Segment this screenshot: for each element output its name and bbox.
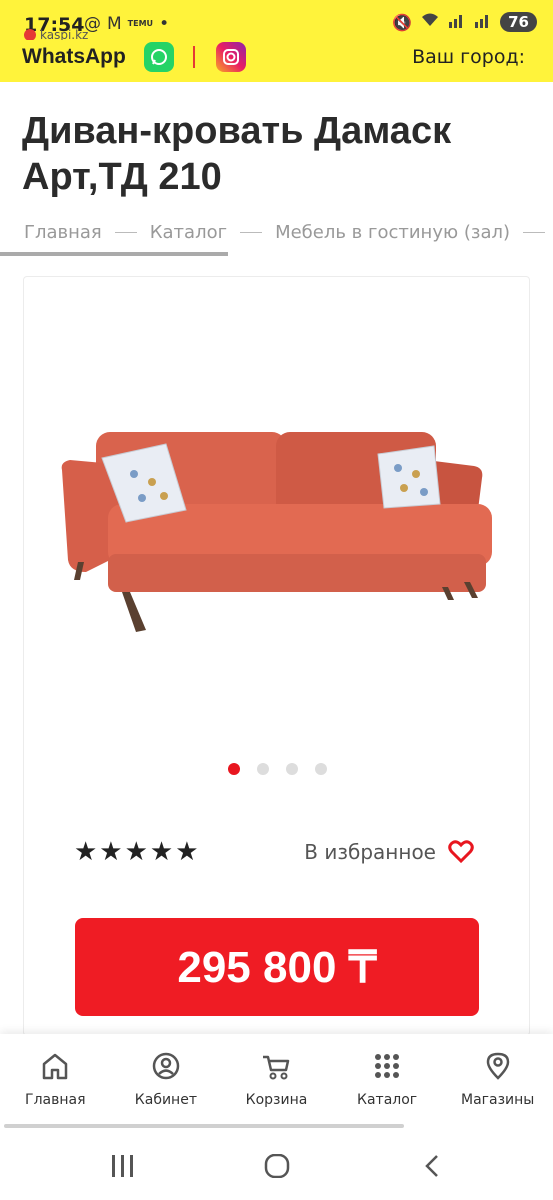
mute-icon: 🔇	[392, 12, 413, 32]
grid-icon	[375, 1054, 400, 1078]
whatsapp-label[interactable]: WhatsApp	[22, 45, 126, 69]
location-icon	[486, 1052, 509, 1080]
heart-icon	[448, 840, 474, 864]
nav-label: Корзина	[245, 1092, 308, 1108]
favorite-label: В избранное	[304, 840, 436, 864]
nav-item-account[interactable]: Кабинет	[111, 1050, 221, 1130]
cart-icon	[263, 1055, 290, 1080]
nav-label: Главная	[25, 1092, 86, 1108]
recent-apps-icon[interactable]	[110, 1154, 136, 1178]
nav-item-catalog[interactable]: Каталог	[332, 1050, 442, 1130]
image-carousel-dots	[228, 763, 327, 775]
favorite-button[interactable]: В избранное	[304, 840, 474, 864]
system-navigation-bar	[0, 1130, 553, 1200]
top-contact-bar: WhatsApp Ваш город:	[0, 40, 553, 82]
back-icon[interactable]	[422, 1154, 442, 1178]
price-button[interactable]: 295 800 ₸	[75, 918, 479, 1016]
carousel-dot[interactable]	[228, 763, 240, 775]
signal-icon	[448, 12, 466, 32]
dot-icon: •	[159, 14, 170, 34]
carousel-dot[interactable]	[286, 763, 298, 775]
product-card: ★★★★★ В избранное 295 800 ₸	[23, 276, 530, 1036]
scroll-indicator	[4, 1124, 404, 1128]
breadcrumb: Главная Каталог Мебель в гостиную (зал)	[24, 222, 553, 243]
breadcrumb-item-home[interactable]: Главная	[24, 222, 102, 243]
breadcrumb-separator	[240, 232, 263, 233]
nav-item-cart[interactable]: Корзина	[221, 1050, 331, 1130]
battery-indicator: 76	[500, 12, 537, 32]
temu-icon: TEMU	[127, 19, 154, 28]
account-icon	[152, 1052, 180, 1080]
instagram-icon[interactable]	[216, 42, 246, 72]
nav-label: Кабинет	[134, 1092, 197, 1108]
breadcrumb-item-catalog[interactable]: Каталог	[150, 222, 227, 243]
nav-item-home[interactable]: Главная	[0, 1050, 110, 1130]
product-image[interactable]	[56, 422, 506, 652]
status-bar: 17:54 @ M TEMU • 🔇 76 kaspi.kz	[0, 0, 553, 44]
page-title: Диван-кровать Дамаск Арт,ТД 210	[22, 110, 452, 198]
breadcrumb-separator	[523, 232, 546, 233]
breadcrumb-separator	[114, 232, 137, 233]
status-system-icons: 🔇 76	[392, 12, 537, 32]
whatsapp-icon[interactable]	[144, 42, 174, 72]
breadcrumb-item-category[interactable]: Мебель в гостиную (зал)	[275, 222, 510, 243]
bottom-navigation: Главная Кабинет Корзина Каталог Магазины	[0, 1034, 553, 1130]
header-divider	[193, 46, 195, 68]
rating-stars: ★★★★★	[74, 837, 201, 867]
wifi-icon	[420, 12, 440, 32]
status-notification-icons: @ M TEMU •	[84, 14, 169, 34]
signal-icon-2	[474, 12, 492, 32]
home-button-icon[interactable]	[264, 1154, 290, 1178]
nav-item-stores[interactable]: Магазины	[443, 1050, 553, 1130]
nav-label: Каталог	[357, 1092, 418, 1108]
city-selector[interactable]: Ваш город:	[412, 46, 525, 68]
breadcrumb-scroll-indicator	[0, 252, 228, 256]
nav-label: Магазины	[461, 1092, 535, 1108]
home-icon	[43, 1053, 68, 1080]
carousel-dot[interactable]	[315, 763, 327, 775]
gmail-icon: M	[107, 14, 122, 34]
carousel-dot[interactable]	[257, 763, 269, 775]
